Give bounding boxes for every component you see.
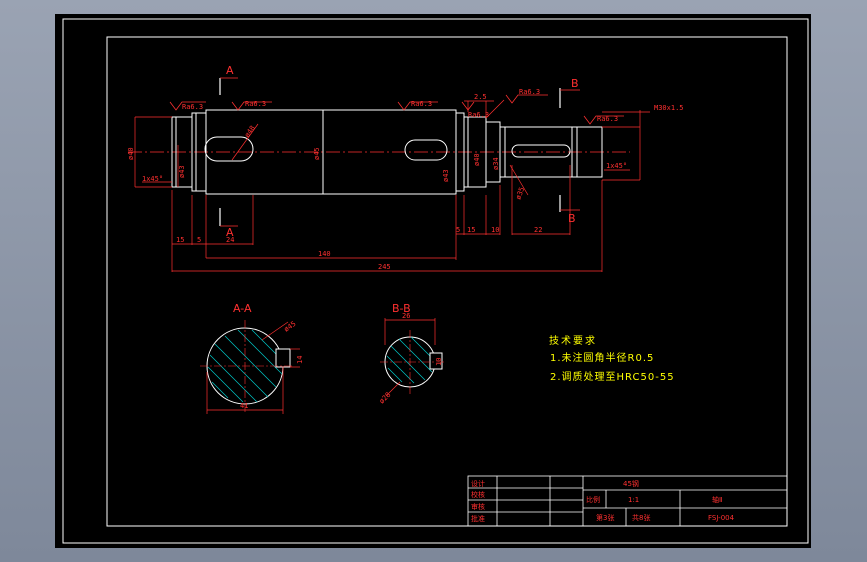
dim-len-15b: 15 xyxy=(467,226,475,234)
tb-scale-value: 1:1 xyxy=(628,496,639,504)
label-aa: A-A xyxy=(233,302,252,315)
dim-aa-14: 14 xyxy=(296,356,304,364)
dim-len-22: 22 xyxy=(534,226,542,234)
roughness-3: Ra6.3 xyxy=(411,100,432,108)
tech-line-1: 1.未注圆角半径R0.5 xyxy=(550,351,654,364)
dim-chamfer-right: 1x45° xyxy=(606,162,627,170)
dim-d45: ø45 xyxy=(313,147,321,160)
tb-total: 共8张 xyxy=(632,513,650,522)
dim-aa-41: 41 xyxy=(240,402,248,410)
tb-approve: 批准 xyxy=(471,514,485,523)
label-b-bottom: B xyxy=(568,212,576,225)
dim-len-24: 24 xyxy=(226,236,234,244)
dim-d43-right: ø43 xyxy=(442,169,450,182)
tb-design: 设计 xyxy=(471,479,485,488)
roughness-6: Ra6.3 xyxy=(468,111,489,119)
dim-len-5a: 5 xyxy=(197,236,201,244)
tb-part-name: 轴Ⅱ xyxy=(712,495,722,504)
roughness-4: Ra6.3 xyxy=(519,88,540,96)
dim-len-5b: 5 xyxy=(456,226,460,234)
dim-len-140: 140 xyxy=(318,250,331,258)
tb-drawing-no: FSJ-004 xyxy=(708,514,735,522)
dim-bb-10: 10 xyxy=(435,358,443,366)
dim-chamfer-left: 1x45° xyxy=(142,175,163,183)
tb-sheet: 第3张 xyxy=(596,513,614,522)
dim-len-15a: 15 xyxy=(176,236,184,244)
tb-review: 审核 xyxy=(471,502,485,511)
roughness-2: Ra6.3 xyxy=(245,100,266,108)
roughness-5: Ra6.3 xyxy=(597,115,618,123)
dim-thread: M30x1.5 xyxy=(654,104,684,112)
tech-title: 技术要求 xyxy=(549,334,597,347)
label-b-top: B xyxy=(571,77,579,90)
label-a-top: A xyxy=(226,64,234,77)
roughness-1: Ra6.3 xyxy=(182,103,203,111)
cad-drawing: A A B B A-A B-B Ra6.3 Ra6.3 Ra6.3 Ra6.3 … xyxy=(55,14,811,548)
tb-material: 45钢 xyxy=(623,479,639,488)
dim-bb-26: 26 xyxy=(402,312,410,320)
dim-d40-right: ø40 xyxy=(473,153,481,166)
tb-check: 校核 xyxy=(471,490,485,499)
dim-d40-left: ø40 xyxy=(127,147,135,160)
drawing-sheet xyxy=(55,14,811,548)
dim-d43-left: ø43 xyxy=(178,165,186,178)
tb-scale-label: 比例 xyxy=(586,495,600,504)
tech-line-2: 2.调质处理至HRC50-55 xyxy=(550,371,675,383)
dim-len-10: 10 xyxy=(491,226,499,234)
dim-d34: ø34 xyxy=(492,157,500,170)
dim-len-245: 245 xyxy=(378,263,391,271)
dim-len-2-5: 2.5 xyxy=(474,93,487,101)
